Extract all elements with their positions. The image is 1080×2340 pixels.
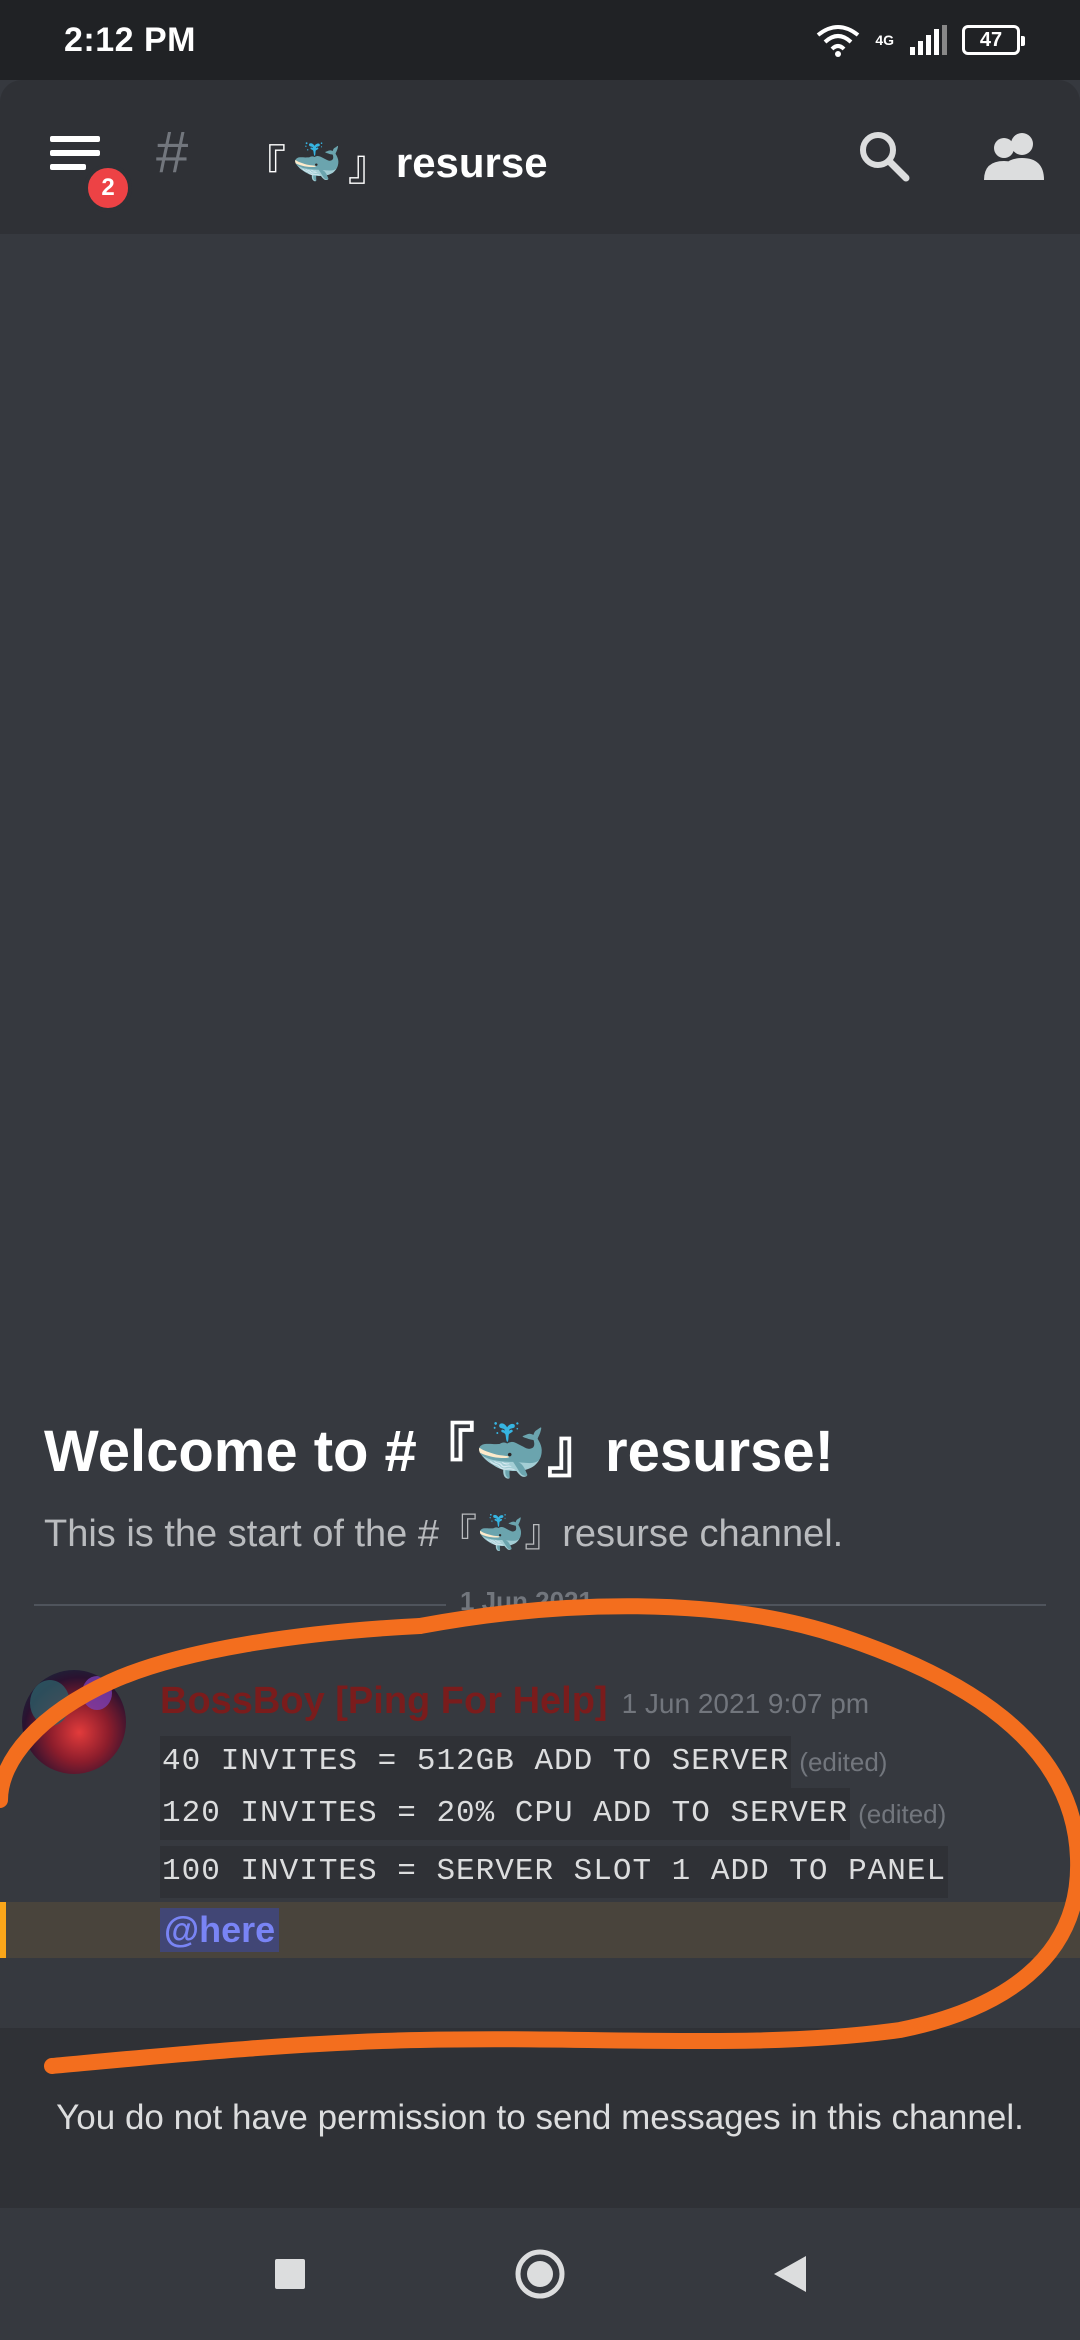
battery-level: 47 xyxy=(979,28,1003,51)
triangle-back-icon xyxy=(774,2256,806,2292)
channel-header: 2 # 『 🐳 』 resurse xyxy=(0,80,1080,234)
status-time: 2:12 PM xyxy=(64,20,196,59)
edited-tag: (edited) xyxy=(799,1746,888,1777)
username[interactable]: BossBoy [Ping For Help] xyxy=(160,1680,608,1723)
network-type: 4G xyxy=(875,32,894,48)
permission-notice-text: You do not have permission to send messa… xyxy=(56,2098,1024,2137)
channel-welcome: Welcome to #『🐳』resurse! This is the star… xyxy=(44,1420,1050,1557)
channel-title[interactable]: 『 🐳 』 resurse xyxy=(244,132,548,193)
edited-tag: (edited) xyxy=(858,1798,947,1829)
channel-name: resurse xyxy=(395,138,548,186)
system-nav-bar xyxy=(0,2208,1080,2340)
bracket-open: 『 xyxy=(244,142,287,189)
wifi-icon xyxy=(817,25,860,57)
search-button[interactable] xyxy=(856,128,912,184)
search-icon xyxy=(860,132,910,182)
circle-icon xyxy=(515,2249,565,2299)
date-divider-label: 1 Jun 2021 xyxy=(446,1586,607,1617)
notification-badge: 2 xyxy=(84,164,132,212)
here-mention[interactable]: @here xyxy=(160,1908,280,1952)
hash-icon: # xyxy=(156,120,189,185)
home-button[interactable] xyxy=(510,2244,570,2304)
code-text: 100 INVITES = SERVER SLOT 1 ADD TO PANEL xyxy=(160,1846,949,1898)
message-line: 40 INVITES = 512GB ADD TO SERVER (edited… xyxy=(160,1736,887,1788)
message-line: 120 INVITES = 20% CPU ADD TO SERVER (edi… xyxy=(160,1788,946,1840)
network-indicator: 4G xyxy=(875,33,894,47)
message-line: 100 INVITES = SERVER SLOT 1 ADD TO PANEL xyxy=(160,1846,949,1898)
avatar[interactable] xyxy=(22,1670,126,1774)
permission-notice: You do not have permission to send messa… xyxy=(0,2028,1080,2208)
square-icon xyxy=(275,2259,305,2289)
signal-icon xyxy=(910,25,947,55)
bracket-close: 』 xyxy=(347,142,390,189)
mention-row: @here xyxy=(0,1902,1080,1958)
annotation-scribble xyxy=(0,1598,1080,2074)
welcome-title: Welcome to #『🐳』resurse! xyxy=(44,1419,834,1484)
mention-highlight-bar xyxy=(0,1902,6,1958)
message-header: BossBoy [Ping For Help] 1 Jun 2021 9:07 … xyxy=(160,1680,869,1723)
welcome-subtitle: This is the start of the #『🐳』resurse cha… xyxy=(44,1512,844,1555)
members-icon xyxy=(984,133,1044,180)
members-button[interactable] xyxy=(984,128,1044,184)
whale-emoji-icon: 🐳 xyxy=(292,141,342,185)
recents-button[interactable] xyxy=(260,2244,320,2304)
battery-icon: 47 xyxy=(962,25,1025,55)
code-text: 40 INVITES = 512GB ADD TO SERVER xyxy=(160,1736,792,1788)
status-icons: 4G 47 xyxy=(815,23,1025,57)
back-button[interactable] xyxy=(760,2244,820,2304)
message-timestamp: 1 Jun 2021 9:07 pm xyxy=(621,1688,870,1719)
code-text: 120 INVITES = 20% CPU ADD TO SERVER xyxy=(160,1788,851,1840)
status-bar: 2:12 PM 4G 47 xyxy=(0,0,1080,80)
